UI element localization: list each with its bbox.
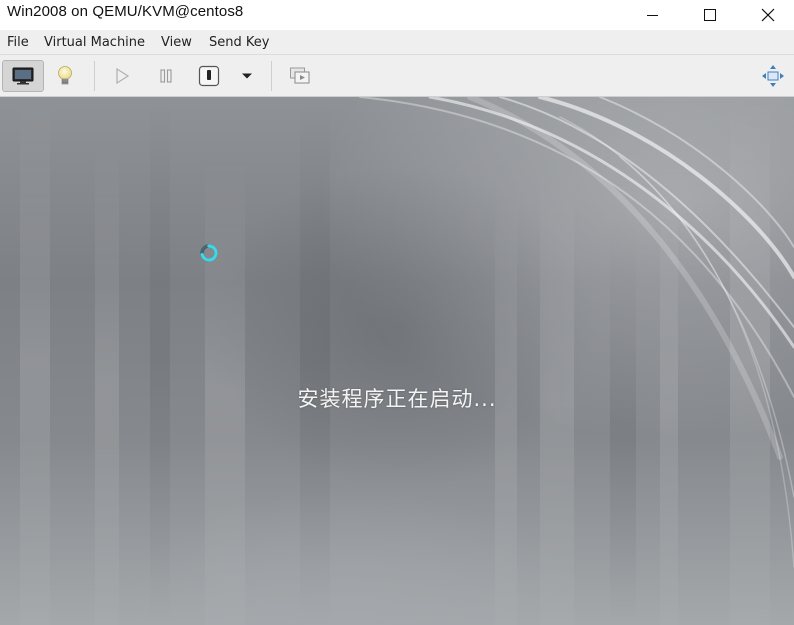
play-icon xyxy=(116,67,130,85)
pause-button[interactable] xyxy=(145,60,187,92)
run-button[interactable] xyxy=(101,60,143,92)
boot-status-message: 安装程序正在启动... xyxy=(297,387,497,411)
monitor-icon xyxy=(12,67,34,85)
menu-virtual-machine[interactable]: Virtual Machine xyxy=(44,35,145,50)
close-button[interactable] xyxy=(739,0,794,30)
window-title: Win2008 on QEMU/KVM@centos8 xyxy=(7,3,244,20)
minimize-button[interactable] xyxy=(623,0,681,30)
menu-send-key[interactable]: Send Key xyxy=(209,35,269,50)
menu-file[interactable]: File xyxy=(7,35,29,50)
toolbar xyxy=(0,55,794,97)
snapshots-icon xyxy=(290,67,310,84)
maximize-button[interactable] xyxy=(681,0,739,30)
menu-bar: File Virtual Machine View Send Key xyxy=(0,30,794,55)
pause-icon xyxy=(160,69,172,83)
fullscreen-button[interactable] xyxy=(752,60,794,92)
shutdown-button[interactable] xyxy=(188,60,230,92)
loading-spinner-icon xyxy=(200,244,218,262)
details-view-button[interactable] xyxy=(44,60,86,92)
shutdown-menu-button[interactable] xyxy=(226,60,268,92)
minimize-icon xyxy=(646,14,658,16)
menu-view[interactable]: View xyxy=(161,35,192,50)
lightbulb-icon xyxy=(58,66,72,85)
dropdown-arrow-icon xyxy=(242,73,252,79)
maximize-icon xyxy=(704,9,716,21)
toolbar-separator xyxy=(94,61,95,91)
toolbar-separator xyxy=(271,61,272,91)
desktop-background xyxy=(0,97,794,625)
close-icon xyxy=(761,8,775,22)
window-titlebar: Win2008 on QEMU/KVM@centos8 xyxy=(0,0,794,30)
console-view-button[interactable] xyxy=(2,60,44,92)
snapshots-button[interactable] xyxy=(279,60,321,92)
fullscreen-icon xyxy=(762,65,784,87)
vm-console-display[interactable]: 安装程序正在启动... xyxy=(0,97,794,625)
power-icon xyxy=(198,65,220,87)
